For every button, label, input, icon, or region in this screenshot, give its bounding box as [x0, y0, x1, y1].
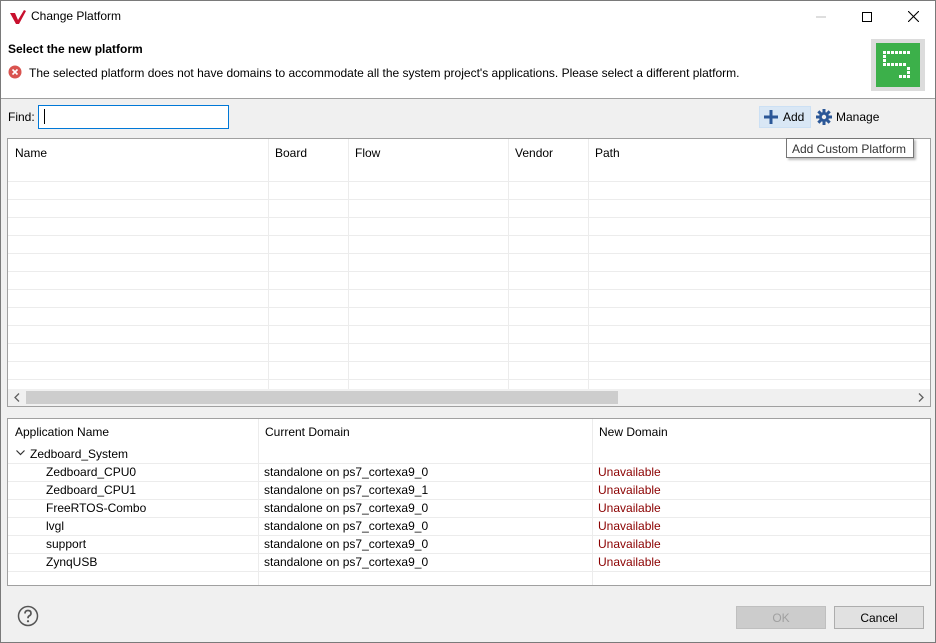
- application-name: Zedboard_CPU1: [46, 483, 137, 497]
- plus-icon: [764, 110, 778, 124]
- column-header-new-domain[interactable]: New Domain: [599, 425, 668, 439]
- current-domain: standalone on ps7_cortexa9_0: [264, 519, 429, 533]
- new-domain[interactable]: Unavailable: [598, 537, 661, 551]
- table-row[interactable]: support standalone on ps7_cortexa9_0 Una…: [8, 535, 930, 553]
- dialog-header: Select the new platform The selected pla…: [1, 32, 935, 99]
- column-header-name[interactable]: Name: [15, 146, 47, 160]
- column-divider: [508, 139, 509, 389]
- table-row[interactable]: FreeRTOS-Combo standalone on ps7_cortexa…: [8, 499, 930, 517]
- find-label: Find:: [8, 110, 35, 124]
- chevron-right-icon: [918, 393, 924, 402]
- platform-table[interactable]: Name Board Flow Vendor Path: [7, 138, 931, 407]
- application-name: lvgl: [46, 519, 65, 533]
- row-divider: [8, 325, 930, 326]
- help-icon[interactable]: [17, 605, 39, 627]
- header-title: Select the new platform: [8, 42, 143, 56]
- row-divider: [8, 253, 930, 254]
- row-divider: [8, 343, 930, 344]
- error-icon: [8, 65, 22, 79]
- row-divider: [8, 217, 930, 218]
- change-platform-dialog: Change Platform Select the new platform …: [0, 0, 936, 643]
- horizontal-scrollbar[interactable]: [8, 389, 930, 406]
- find-input[interactable]: [38, 105, 229, 129]
- current-domain: standalone on ps7_cortexa9_0: [264, 555, 429, 569]
- row-divider: [8, 235, 930, 236]
- row-divider: [8, 271, 930, 272]
- application-name: support: [46, 537, 87, 551]
- row-divider: [8, 307, 930, 308]
- tree-group-zedboard-system[interactable]: Zedboard_System: [8, 445, 308, 463]
- column-header-current-domain[interactable]: Current Domain: [265, 425, 350, 439]
- application-name: FreeRTOS-Combo: [46, 501, 147, 515]
- row-divider: [8, 289, 930, 290]
- minimize-icon: [816, 16, 826, 17]
- row-divider: [8, 181, 930, 182]
- new-domain[interactable]: Unavailable: [598, 519, 661, 533]
- new-domain[interactable]: Unavailable: [598, 465, 661, 479]
- add-platform-tooltip: Add Custom Platform: [786, 138, 914, 158]
- window-title: Change Platform: [31, 9, 122, 23]
- chevron-down-icon[interactable]: [16, 450, 25, 456]
- table-row[interactable]: ZynqUSB standalone on ps7_cortexa9_0 Una…: [8, 553, 930, 571]
- vivado-logo-icon: [10, 10, 26, 24]
- table-row[interactable]: Zedboard_CPU1 standalone on ps7_cortexa9…: [8, 481, 930, 499]
- column-divider: [588, 139, 589, 389]
- close-button[interactable]: [890, 1, 936, 32]
- ok-button[interactable]: OK: [736, 606, 826, 629]
- column-header-flow[interactable]: Flow: [355, 146, 380, 160]
- column-header-vendor[interactable]: Vendor: [515, 146, 553, 160]
- platform-banner-icon: [871, 39, 925, 91]
- application-name: Zedboard_CPU0: [46, 465, 137, 479]
- column-header-path[interactable]: Path: [595, 146, 620, 160]
- application-table[interactable]: Application Name Current Domain New Doma…: [7, 418, 931, 586]
- add-button-label: Add: [783, 110, 805, 124]
- new-domain[interactable]: Unavailable: [598, 501, 661, 515]
- scrollbar-thumb[interactable]: [26, 391, 618, 404]
- title-bar[interactable]: Change Platform: [1, 1, 935, 32]
- application-name: ZynqUSB: [46, 555, 98, 569]
- text-caret: [44, 109, 45, 124]
- table-row[interactable]: lvgl standalone on ps7_cortexa9_0 Unavai…: [8, 517, 930, 535]
- row-divider: [8, 361, 930, 362]
- current-domain: standalone on ps7_cortexa9_1: [264, 483, 429, 497]
- add-platform-button[interactable]: Add: [759, 106, 811, 128]
- group-label: Zedboard_System: [30, 447, 129, 461]
- new-domain[interactable]: Unavailable: [598, 483, 661, 497]
- column-divider: [268, 139, 269, 389]
- current-domain: standalone on ps7_cortexa9_0: [264, 465, 429, 479]
- scroll-left-button[interactable]: [10, 391, 24, 404]
- column-header-board[interactable]: Board: [275, 146, 307, 160]
- table-row[interactable]: Zedboard_CPU0 standalone on ps7_cortexa9…: [8, 463, 930, 481]
- chevron-left-icon: [14, 393, 20, 402]
- error-message: The selected platform does not have doma…: [29, 66, 740, 80]
- minimize-button[interactable]: [798, 1, 844, 32]
- row-divider: [8, 571, 930, 572]
- manage-platforms-button[interactable]: Manage: [814, 106, 884, 128]
- new-domain[interactable]: Unavailable: [598, 555, 661, 569]
- gear-icon: [816, 109, 832, 125]
- column-divider: [348, 139, 349, 389]
- current-domain: standalone on ps7_cortexa9_0: [264, 501, 429, 515]
- scroll-right-button[interactable]: [914, 391, 928, 404]
- maximize-button[interactable]: [844, 1, 890, 32]
- close-icon: [907, 11, 919, 22]
- current-domain: standalone on ps7_cortexa9_0: [264, 537, 429, 551]
- cancel-button[interactable]: Cancel: [834, 606, 924, 629]
- row-divider: [8, 199, 930, 200]
- maximize-icon: [862, 11, 872, 22]
- column-header-application-name[interactable]: Application Name: [15, 425, 109, 439]
- row-divider: [8, 379, 930, 380]
- manage-button-label: Manage: [836, 110, 880, 124]
